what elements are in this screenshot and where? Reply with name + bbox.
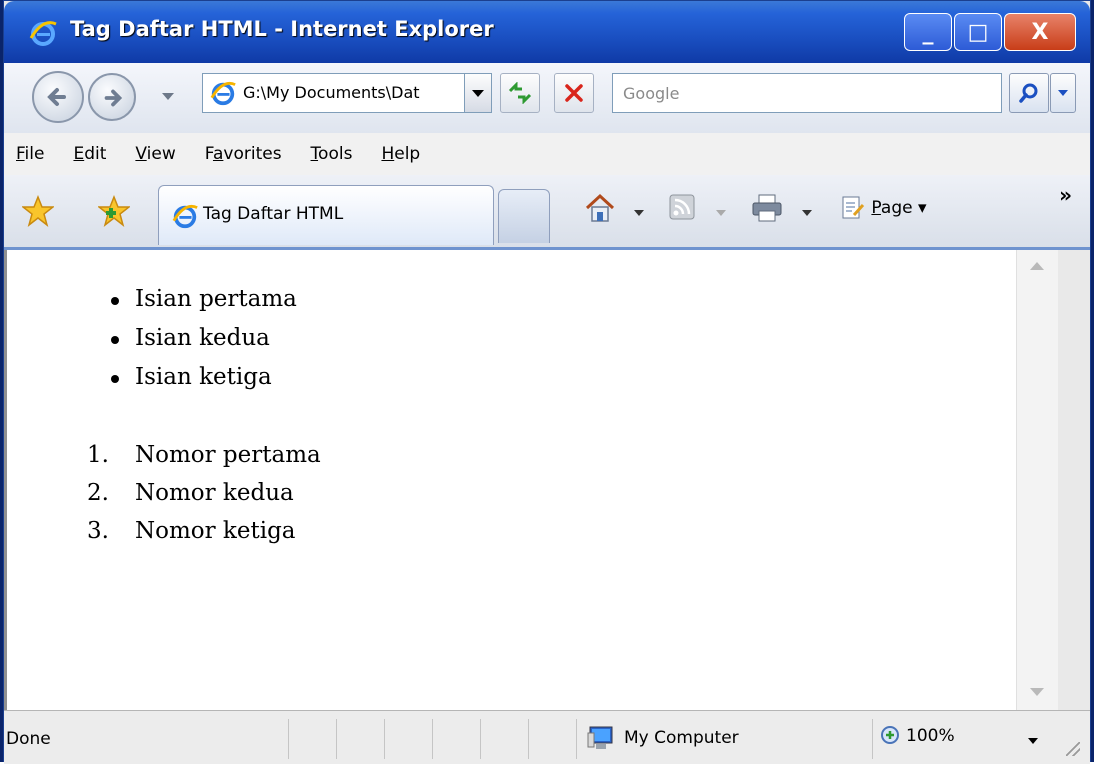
security-zone[interactable]: My Computer [586,725,739,751]
forward-icon [104,89,123,107]
tab-bar: Tag Daftar HTML Page ▾ » [4,175,1090,250]
print-dropdown[interactable] [802,210,812,216]
back-button[interactable] [32,71,84,123]
minimize-button[interactable]: _ [904,13,952,51]
window-title: Tag Daftar HTML - Internet Explorer [70,17,494,41]
toolbar-overflow-button[interactable]: » [1059,183,1072,207]
status-divider [384,719,385,759]
list-number: 3. [87,518,109,544]
recent-pages-dropdown[interactable] [162,93,174,100]
list-item: 2. Nomor kedua [7,474,321,512]
list-item: Isian pertama [7,280,297,319]
search-placeholder: Google [623,84,680,103]
refresh-button[interactable] [500,73,540,113]
address-text: G:\My Documents\Dat [243,83,420,102]
list-number: 2. [87,480,109,506]
add-favorites-icon[interactable] [98,195,130,227]
status-divider [528,719,529,759]
browser-window: Tag Daftar HTML - Internet Explorer _ □ … [0,0,1094,764]
refresh-icon [508,82,532,104]
ie-logo-icon [210,81,236,106]
zoom-icon [881,726,899,744]
menu-bar: File Edit View Favorites Tools Help [4,133,1090,176]
ie-logo-icon [172,204,198,229]
search-button[interactable] [1009,73,1049,113]
scroll-down-arrow[interactable] [1030,688,1044,696]
ie-logo-icon [29,21,57,46]
list-text: Nomor pertama [135,442,321,468]
zoom-dropdown[interactable] [1028,738,1038,744]
menu-edit[interactable]: Edit [73,144,106,164]
window-controls: _ □ X [904,13,1076,51]
status-divider [576,719,577,759]
back-icon [47,88,66,106]
title-bar[interactable]: Tag Daftar HTML - Internet Explorer _ □ … [4,1,1090,63]
home-dropdown[interactable] [634,210,644,216]
status-divider [872,719,873,759]
forward-button[interactable] [88,73,136,121]
numbered-list: 1. Nomor pertama 2. Nomor kedua 3. Nomor ke… [7,436,321,550]
menu-view[interactable]: View [135,144,175,164]
status-divider [480,719,481,759]
list-text: Nomor ketiga [135,518,296,544]
zoom-level: 100% [906,726,955,746]
tab-tag-daftar-html[interactable]: Tag Daftar HTML [158,185,494,245]
page-menu-button[interactable]: Page ▾ [840,195,927,221]
computer-icon [587,726,613,749]
status-divider [432,719,433,759]
status-divider [288,719,289,759]
list-number: 1. [87,442,109,468]
page-content: Isian pertama Isian kedua Isian ketiga 1… [4,250,1016,710]
zone-label: My Computer [624,728,739,748]
new-tab-button[interactable] [498,189,550,243]
tab-label: Tag Daftar HTML [203,204,344,224]
menu-help[interactable]: Help [381,144,420,164]
stop-button[interactable] [554,73,594,113]
resize-grip[interactable] [1066,742,1080,756]
list-item: 3. Nomor ketiga [7,512,321,550]
menu-favorites[interactable]: Favorites [205,144,282,164]
stop-icon [565,84,583,102]
navigation-bar: G:\My Documents\Dat Google [4,63,1090,134]
status-divider [336,719,337,759]
status-text: Done [6,729,51,749]
zoom-control[interactable]: 100% [880,725,955,747]
feeds-dropdown[interactable] [716,210,726,216]
search-icon [1019,83,1038,103]
feeds-icon[interactable] [668,193,696,221]
scroll-up-arrow[interactable] [1030,262,1044,270]
home-icon[interactable] [584,193,616,223]
search-options-dropdown[interactable] [1050,73,1076,113]
vertical-scrollbar[interactable] [1016,250,1058,710]
status-bar: Done My Computer 100% [4,710,1090,764]
list-item: 1. Nomor pertama [7,436,321,474]
menu-file[interactable]: File [16,144,44,164]
list-item: Isian ketiga [7,358,297,397]
list-item: Isian kedua [7,319,297,358]
window-frame: Tag Daftar HTML - Internet Explorer _ □ … [3,0,1091,764]
page-icon [842,196,865,219]
close-button[interactable]: X [1004,13,1076,51]
address-field[interactable]: G:\My Documents\Dat [202,73,492,113]
address-dropdown[interactable] [464,74,491,112]
list-text: Nomor kedua [135,480,294,506]
menu-tools[interactable]: Tools [311,144,353,164]
search-input[interactable]: Google [612,73,1002,113]
print-icon[interactable] [750,193,784,223]
maximize-button[interactable]: □ [954,13,1002,51]
favorites-star-icon[interactable] [22,195,54,227]
bullet-list: Isian pertama Isian kedua Isian ketiga [7,280,297,397]
